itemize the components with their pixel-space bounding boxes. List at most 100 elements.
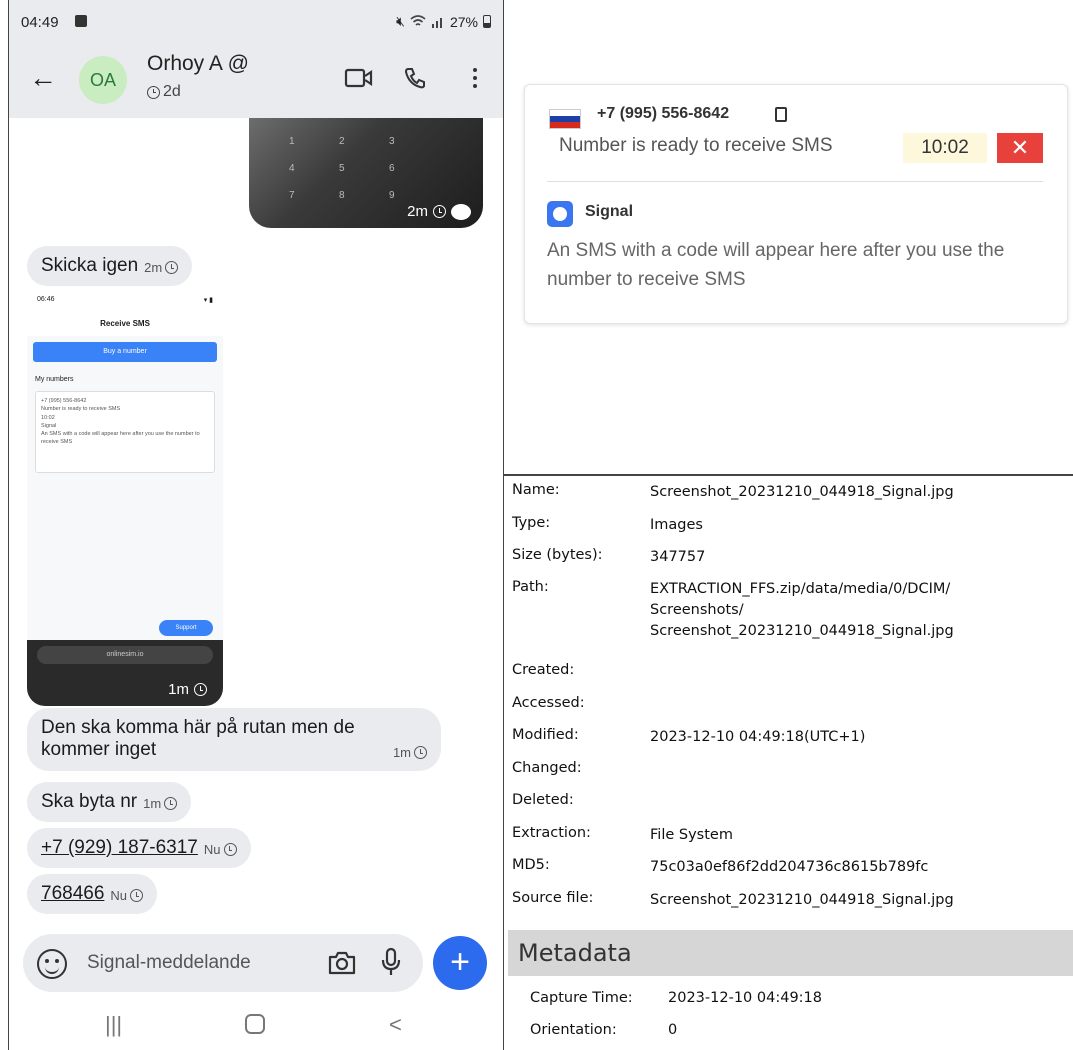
back-arrow-icon[interactable]: ← [29,62,57,94]
property-value: EXTRACTION_FFS.zip/data/media/0/DCIM/ Sc… [650,581,954,640]
incoming-message[interactable]: Den ska komma här på rutan men de kommer… [27,708,441,771]
message-time: Nu [110,888,128,903]
image-message-screenshot[interactable]: 06:46 ▾ ▮ Receive SMS Buy a number My nu… [27,290,223,706]
signal-chat-screen: 04:49 🔇︎ 27% ← OA Orhoy A @ 2d 1 2 3 4 5… [8,0,504,1050]
incoming-message[interactable]: +7 (929) 187-6317 Nu [27,828,251,868]
keypad-digit: 4 [289,163,295,174]
sms-number-card: +7 (995) 556-8642 Number is ready to rec… [524,84,1068,324]
clock-icon [414,746,427,759]
microphone-icon[interactable] [381,947,401,982]
copy-icon[interactable] [775,107,787,122]
phone-number-link[interactable]: +7 (929) 187-6317 [41,837,198,859]
property-key: Deleted: [512,792,574,808]
message-time: Nu [203,842,221,857]
clock-icon [433,205,446,218]
read-receipt-icon [451,203,471,220]
recent-apps-icon[interactable]: ||| [105,1012,122,1038]
message-meta: 1m [168,681,207,698]
message-meta: 2m [407,203,471,220]
property-key: Extraction: [512,825,591,841]
incoming-message[interactable]: Skicka igen 2m [27,246,193,286]
message-meta: 1m [143,796,178,811]
metadata-key: Capture Time: [530,990,633,1006]
message-time: 1m [143,796,162,811]
system-icons: 🔇︎ 27% [396,13,491,30]
signal-bars-icon [431,18,442,28]
android-nav-bar: ||| < [9,1000,503,1050]
property-value: Screenshot_20231210_044918_Signal.jpg [650,892,954,908]
avatar[interactable]: OA [79,56,127,104]
shot-card-ready: Number is ready to receive SMS [41,406,121,413]
message-time: 1m [168,681,189,698]
message-time: 2m [144,260,163,275]
property-key: MD5: [512,857,550,873]
cancel-number-button[interactable]: ✕ [997,133,1043,163]
shot-browser-bar: onlinesim.io 1m [27,640,223,706]
battery-level: 27% [449,13,478,30]
property-value: Screenshot_20231210_044918_Signal.jpg [650,484,954,500]
property-key: Type: [512,515,551,531]
message-time: 1m [392,745,411,760]
clock-icon [130,889,144,902]
shot-status-icons: ▾ ▮ [203,297,213,304]
notification-icon [75,15,87,27]
clock-icon [223,843,237,856]
mute-icon: 🔇︎ [396,13,405,29]
rented-phone-number: +7 (995) 556-8642 [597,105,730,122]
message-input[interactable]: Signal-meddelande [87,952,251,974]
home-icon[interactable] [245,1014,265,1034]
divider [547,181,1043,182]
metadata-key: Orientation: [530,1022,617,1038]
status-time: 04:49 [21,14,59,31]
property-value: Images [650,517,703,533]
back-nav-icon[interactable]: < [389,1012,402,1038]
wifi-icon [410,15,426,26]
signal-app-icon [547,201,573,227]
emoji-icon[interactable] [37,949,67,979]
battery-icon [483,15,491,28]
keypad-digit: 1 [289,136,295,147]
shot-card-timer: 10:02 [41,414,55,421]
keypad-digit: 5 [339,163,345,174]
property-value: 347757 [650,549,706,565]
message-time: 2m [407,203,428,220]
attach-plus-button[interactable]: + [433,936,487,990]
metadata-header: Metadata [508,930,1073,976]
property-key: Size (bytes): [512,547,603,563]
disappearing-timer: 2d [147,83,181,101]
contact-name[interactable]: Orhoy A @ [147,52,249,76]
image-message-keypad[interactable]: 1 2 3 4 5 6 7 8 9 2m [249,118,483,228]
keypad-digit: 6 [389,163,395,174]
shot-card-app: Signal [41,422,57,429]
property-key: Modified: [512,727,579,743]
video-call-icon[interactable] [341,60,377,96]
message-meta: Nu [110,888,144,903]
clock-icon [164,797,178,810]
metadata-value: 2023-12-10 04:49:18 [668,990,822,1006]
clock-icon [165,261,179,274]
incoming-message[interactable]: 768466 Nu [27,874,158,914]
phone-call-icon[interactable] [397,60,433,96]
service-name: Signal [585,203,634,220]
property-key: Name: [512,482,560,498]
code-link[interactable]: 768466 [41,883,104,905]
incoming-message[interactable]: Ska byta nr 1m [27,782,192,822]
shot-title: Receive SMS [27,312,223,336]
shot-support-button: Support [159,620,213,636]
shot-status-bar: 06:46 ▾ ▮ [27,290,223,312]
contact-name-text: Orhoy A [147,52,222,75]
message-meta: Nu [204,842,237,857]
panel-divider [504,474,1073,476]
chat-header: ← OA Orhoy A @ 2d [9,38,503,118]
more-options-icon[interactable] [457,60,493,96]
shot-number-card: +7 (995) 556-8642 Number is ready to rec… [35,391,215,473]
shot-section-label: My numbers [35,376,74,383]
number-status: Number is ready to receive SMS [559,135,833,156]
message-text: Skicka igen [41,255,139,276]
camera-icon[interactable] [327,951,357,980]
keypad-digit: 7 [289,190,295,201]
shot-status-time: 06:46 [37,296,55,303]
message-thread[interactable]: 123456789 2m Skicka igen 2m 06:46 ▾ ▮ Re… [9,118,503,930]
property-value: File System [650,827,733,843]
russia-flag-icon [549,109,581,129]
